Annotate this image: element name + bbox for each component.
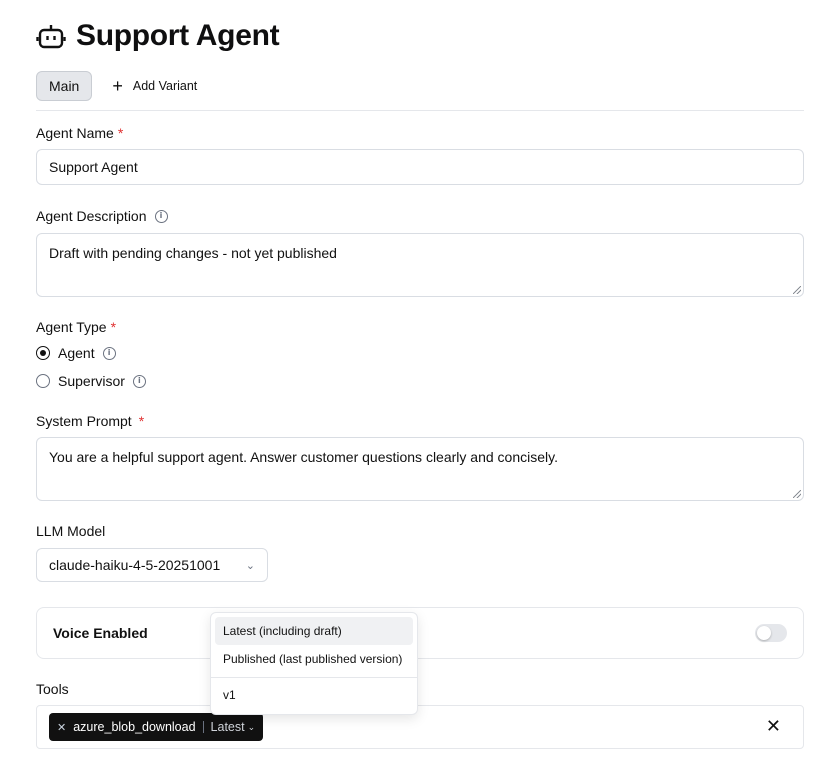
chevron-down-icon: ⌄	[247, 721, 256, 732]
agent-type-option-label: Supervisor	[58, 373, 125, 389]
tools-label-text: Tools	[36, 681, 69, 697]
llm-model-label-text: LLM Model	[36, 523, 106, 539]
llm-model-label: LLM Model	[36, 523, 105, 539]
info-icon[interactable]: i	[102, 346, 116, 360]
tool-version-select[interactable]: Latest	[211, 720, 245, 734]
llm-model-select[interactable]: claude-haiku-4-5-20251001 ⌄	[36, 548, 268, 582]
agent-description-label-text: Agent Description	[36, 208, 147, 224]
required-marker: *	[110, 319, 117, 335]
page-title: Support Agent	[76, 19, 280, 52]
tool-chip: ✕ azure_blob_download Latest ⌄	[49, 713, 264, 741]
voice-enabled-label: Voice Enabled	[53, 625, 148, 641]
resize-handle[interactable]	[793, 490, 801, 498]
version-dropdown: Latest (including draft) Published (last…	[210, 612, 418, 715]
tab-main[interactable]: Main	[36, 71, 93, 101]
variant-tabs: Main + Add Variant	[36, 70, 197, 102]
required-marker: *	[117, 125, 124, 141]
agent-description-textarea[interactable]: Draft with pending changes - not yet pub…	[36, 233, 804, 297]
voice-enabled-card: Voice Enabled	[36, 607, 804, 659]
remove-tool-icon[interactable]: ✕	[57, 721, 66, 734]
agent-description-value: Draft with pending changes - not yet pub…	[49, 245, 337, 261]
plus-icon: +	[112, 76, 123, 96]
dropdown-item-version[interactable]: v1	[215, 681, 413, 709]
tool-chip-name: azure_blob_download	[73, 720, 196, 734]
add-variant-button[interactable]: + Add Variant	[112, 77, 197, 95]
dropdown-item-published[interactable]: Published (last published version)	[215, 645, 413, 673]
radio-unchecked[interactable]	[36, 374, 50, 388]
dropdown-item-latest[interactable]: Latest (including draft)	[215, 617, 413, 645]
llm-model-value: claude-haiku-4-5-20251001	[49, 557, 221, 573]
chip-separator	[202, 721, 204, 733]
info-icon[interactable]: i	[154, 209, 168, 223]
add-variant-label: Add Variant	[132, 79, 198, 93]
required-marker: *	[138, 413, 145, 429]
agent-name-label-text: Agent Name	[36, 125, 114, 141]
robot-icon	[36, 25, 66, 49]
agent-type-label: Agent Type *	[36, 319, 116, 335]
radio-checked[interactable]	[36, 346, 50, 360]
agent-type-option-supervisor[interactable]: Supervisor i	[36, 373, 146, 389]
voice-enabled-toggle[interactable]	[755, 624, 787, 642]
agent-type-label-text: Agent Type	[36, 319, 107, 335]
info-icon[interactable]: i	[132, 374, 146, 388]
system-prompt-value: You are a helpful support agent. Answer …	[49, 449, 558, 465]
tabs-divider	[36, 110, 804, 111]
chevron-down-icon: ⌄	[245, 559, 255, 572]
agent-description-label: Agent Description i	[36, 208, 168, 224]
tools-label: Tools	[36, 681, 69, 697]
system-prompt-label: System Prompt *	[36, 413, 144, 429]
resize-handle[interactable]	[793, 286, 801, 294]
dropdown-divider	[211, 677, 417, 678]
page-header: Support Agent	[36, 18, 280, 54]
system-prompt-textarea[interactable]: You are a helpful support agent. Answer …	[36, 437, 804, 501]
system-prompt-label-text: System Prompt	[36, 413, 132, 429]
agent-name-label: Agent Name *	[36, 125, 123, 141]
agent-name-value: Support Agent	[49, 159, 138, 175]
agent-name-input[interactable]: Support Agent	[36, 149, 804, 185]
tools-multiselect[interactable]: ✕ azure_blob_download Latest ⌄ ✕	[36, 705, 804, 749]
agent-type-option-label: Agent	[58, 345, 95, 361]
agent-type-option-agent[interactable]: Agent i	[36, 345, 116, 361]
clear-tools-icon[interactable]: ✕	[766, 717, 781, 735]
